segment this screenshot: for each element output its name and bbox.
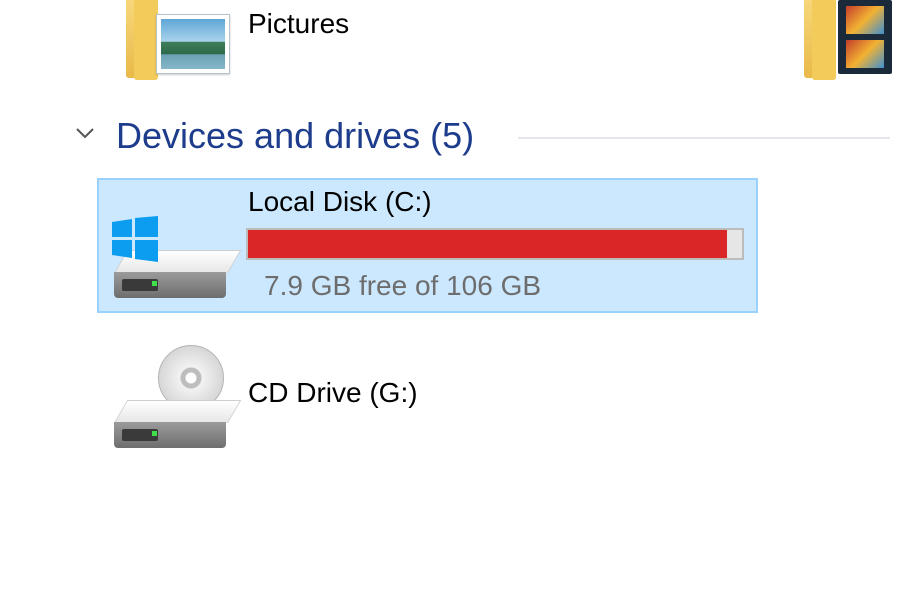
videos-folder-icon	[838, 0, 892, 74]
section-divider	[518, 137, 890, 139]
drive-free-space-text: 7.9 GB free of 106 GB	[264, 270, 542, 301]
pictures-folder-label[interactable]: Pictures	[248, 8, 349, 40]
drive-name-local-disk-c: Local Disk (C:)	[248, 186, 432, 217]
drive-usage-bar	[246, 228, 744, 260]
chevron-down-icon[interactable]	[76, 124, 94, 142]
windows-logo-icon	[112, 216, 158, 267]
pictures-folder-icon	[156, 14, 230, 74]
drive-name-cd-drive-g[interactable]: CD Drive (G:)	[248, 377, 418, 409]
drive-usage-fill	[248, 230, 728, 258]
section-title-devices-and-drives[interactable]: Devices and drives (5)	[116, 115, 474, 157]
